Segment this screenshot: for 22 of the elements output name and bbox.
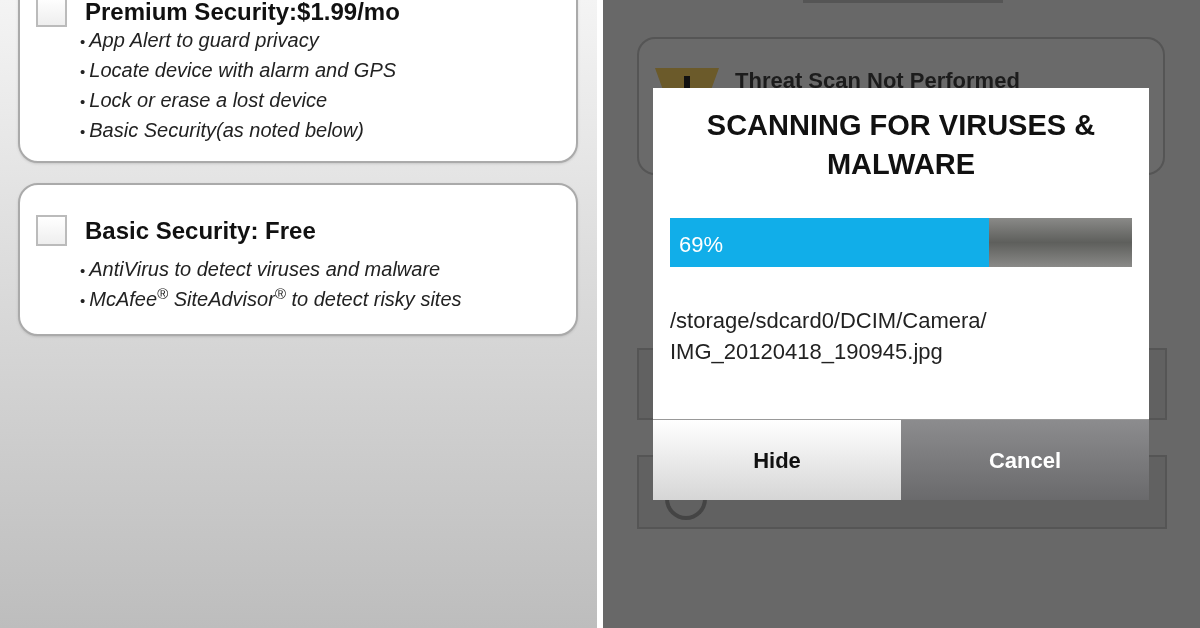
feature-text: McAfee$^{®}$ SiteAdvisor$^{®}$ to detect risky sites (89, 284, 462, 312)
plan-title: Premium Security:$1.99/mo (85, 0, 400, 27)
dialog-title: SCANNING FOR VIRUSES & MALWARE (705, 108, 1097, 182)
bullet: • (80, 291, 86, 311)
bullet: • (80, 62, 86, 82)
feature-text: Lock or erase a lost device (89, 88, 328, 113)
bullet: • (80, 92, 86, 112)
feature-text: App Alert to guard privacy (89, 28, 319, 53)
progress-percent: 69% (679, 231, 724, 259)
warning-icon (655, 68, 719, 90)
checkbox[interactable] (36, 0, 67, 27)
status-title: Threat Scan Not Performed (735, 67, 1020, 95)
feature-text: AntiVirus to detect viruses and malware (89, 257, 441, 282)
cancel-button[interactable]: Cancel (901, 420, 1149, 500)
bullet: • (80, 32, 86, 52)
bullet: • (80, 122, 86, 142)
feature-text: Locate device with alarm and GPS (89, 58, 397, 83)
checkbox[interactable] (36, 215, 67, 246)
file-path: /storage/sdcard0/DCIM/Camera/ IMG_20120418_190945.jpg (670, 307, 988, 366)
bullet: • (80, 261, 86, 281)
feature-text: Basic Security(as noted below) (89, 118, 364, 143)
plan-title: Basic Security: Free (85, 215, 316, 246)
